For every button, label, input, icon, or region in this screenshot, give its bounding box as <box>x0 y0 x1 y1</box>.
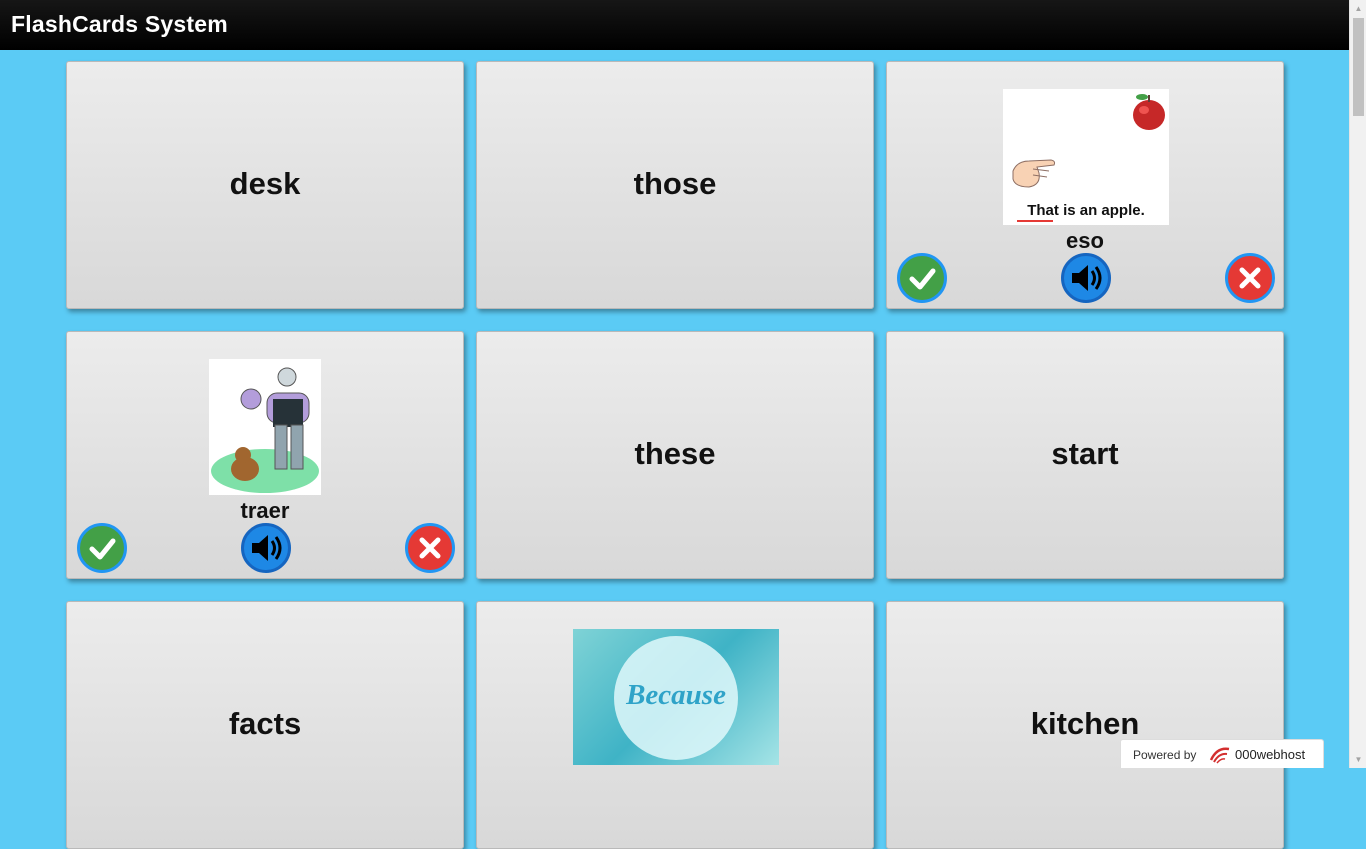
flashcard-kitchen[interactable]: kitchen <box>886 601 1284 849</box>
card-word: start <box>1051 436 1119 471</box>
close-icon <box>1239 267 1261 289</box>
play-audio-button[interactable] <box>241 523 291 573</box>
card-word: desk <box>229 166 301 201</box>
mark-correct-button[interactable] <box>897 253 947 303</box>
scrollbar-thumb[interactable] <box>1353 18 1364 116</box>
card-word: kitchen <box>1030 706 1140 741</box>
speaker-icon <box>1072 265 1102 291</box>
card-image-text: That is an apple. <box>1027 202 1145 219</box>
scroll-up-icon[interactable]: ▲ <box>1350 0 1366 17</box>
check-icon <box>909 268 936 290</box>
app-title: FlashCards System <box>11 11 228 37</box>
flashcard-these[interactable]: these <box>476 331 874 579</box>
mark-wrong-button[interactable] <box>1225 253 1275 303</box>
webhost-logo-icon <box>1209 747 1230 764</box>
powered-by-badge[interactable]: Powered by 000webhost <box>1120 739 1324 768</box>
underline-mark <box>1017 220 1053 222</box>
speaker-icon <box>252 535 282 561</box>
powered-by-label: Powered by <box>1133 748 1197 762</box>
man-dog-illustration <box>211 367 319 493</box>
card-word: facts <box>228 706 302 741</box>
card-image-man-with-dog <box>209 359 321 495</box>
card-caption: eso <box>1066 228 1104 253</box>
page-scrollbar[interactable]: ▲ ▼ <box>1349 0 1366 768</box>
mark-wrong-button[interactable] <box>405 523 455 573</box>
flashcard-those[interactable]: those <box>476 61 874 309</box>
close-icon <box>419 537 441 559</box>
webhost-brand: 000webhost <box>1235 747 1306 762</box>
mark-correct-button[interactable] <box>77 523 127 573</box>
flashcard-eso[interactable]: That is an apple. eso <box>886 61 1284 309</box>
play-audio-button[interactable] <box>1061 253 1111 303</box>
flashcard-desk[interactable]: desk <box>66 61 464 309</box>
card-image-because: Because <box>573 629 779 765</box>
card-image-apple: That is an apple. <box>1003 89 1169 225</box>
scroll-down-icon[interactable]: ▼ <box>1350 751 1366 768</box>
check-icon <box>89 538 116 560</box>
flashcard-traer[interactable]: traer <box>66 331 464 579</box>
app-header: FlashCards System <box>0 0 1349 50</box>
flashcard-because[interactable]: Because <box>476 601 874 849</box>
card-word: those <box>633 166 717 201</box>
card-caption: traer <box>240 498 290 523</box>
flashcard-start[interactable]: start <box>886 331 1284 579</box>
flashcard-facts[interactable]: facts <box>66 601 464 849</box>
card-image-text: Because <box>626 679 726 711</box>
card-word: these <box>634 436 716 471</box>
